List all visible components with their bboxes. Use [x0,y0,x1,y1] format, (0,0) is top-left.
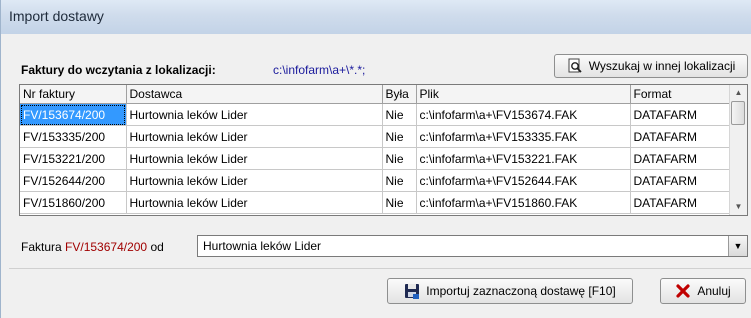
column-header-was-imported[interactable]: Była [382,85,417,104]
table-vertical-scrollbar[interactable]: ▲ ▼ [729,85,747,215]
file-cell[interactable]: c:\infofarm\a+\FV153221.FAK [416,147,631,170]
supplier-cell[interactable]: Hurtownia leków Lider [126,103,383,126]
format-cell[interactable]: DATAFARM [630,103,731,126]
file-cell[interactable]: c:\infofarm\a+\FV153674.FAK [416,103,631,126]
search-other-location-label: Wyszukaj w innej lokalizacji [588,59,736,73]
format-cell[interactable]: DATAFARM [630,125,731,148]
was-imported-cell[interactable]: Nie [382,103,417,126]
table-header-row: Nr faktury Dostawca Była Plik Format [20,85,731,104]
scroll-up-arrow-icon[interactable]: ▲ [730,85,747,101]
supplier-select-value: Hurtownia leków Lider [203,239,322,253]
supplier-cell[interactable]: Hurtownia leków Lider [126,147,383,170]
cancel-button[interactable]: Anuluj [660,278,746,304]
column-header-supplier[interactable]: Dostawca [126,85,383,104]
from-label: od [150,240,164,254]
invoice-grid: Nr faktury Dostawca Była Plik Format FV/… [20,85,731,214]
column-header-file[interactable]: Plik [416,85,631,104]
selected-invoice-line: Faktura FV/153674/200 od [21,240,164,254]
was-imported-cell[interactable]: Nie [382,147,417,170]
table-row[interactable]: FV/151860/200 Hurtownia leków Lider Nie … [20,191,731,214]
scrollbar-thumb[interactable] [731,101,745,125]
window-title: Import dostawy [9,8,104,24]
invoice-table: Nr faktury Dostawca Była Plik Format FV/… [19,84,748,216]
search-other-location-button[interactable]: Wyszukaj w innej lokalizacji [554,54,748,78]
divider [9,268,751,269]
supplier-select[interactable]: Hurtownia leków Lider ▼ [197,235,748,257]
file-cell[interactable]: c:\infofarm\a+\FV152644.FAK [416,169,631,192]
table-row[interactable]: FV/152644/200 Hurtownia leków Lider Nie … [20,169,731,192]
invoice-prefix-label: Faktura [21,240,62,254]
table-row[interactable]: FV/153221/200 Hurtownia leków Lider Nie … [20,147,731,170]
close-icon [676,284,690,298]
selected-invoice-number: FV/153674/200 [65,240,148,254]
scroll-down-arrow-icon[interactable]: ▼ [730,199,747,215]
invoice-number-cell[interactable]: FV/153335/200 [20,125,127,148]
invoice-number-cell[interactable]: FV/151860/200 [20,191,127,214]
invoice-number-cell[interactable]: FV/153674/200 [20,103,127,126]
location-label: Faktury do wczytania z lokalizacji: [21,63,216,77]
format-cell[interactable]: DATAFARM [630,169,731,192]
format-cell[interactable]: DATAFARM [630,147,731,170]
floppy-import-icon [405,284,420,299]
was-imported-cell[interactable]: Nie [382,125,417,148]
was-imported-cell[interactable]: Nie [382,191,417,214]
table-row[interactable]: FV/153674/200 Hurtownia leków Lider Nie … [20,103,731,126]
supplier-cell[interactable]: Hurtownia leków Lider [126,169,383,192]
location-path: c:\infofarm\a+\*.*; [273,63,366,77]
import-dialog: Import dostawy Faktury do wczytania z lo… [0,0,751,318]
column-header-invoice-number[interactable]: Nr faktury [20,85,127,104]
invoice-number-cell[interactable]: FV/153221/200 [20,147,127,170]
file-cell[interactable]: c:\infofarm\a+\FV151860.FAK [416,191,631,214]
supplier-cell[interactable]: Hurtownia leków Lider [126,191,383,214]
import-delivery-label: Importuj zaznaczoną dostawę [F10] [426,284,616,298]
column-header-format[interactable]: Format [630,85,731,104]
format-cell[interactable]: DATAFARM [630,191,731,214]
was-imported-cell[interactable]: Nie [382,169,417,192]
supplier-cell[interactable]: Hurtownia leków Lider [126,125,383,148]
cancel-label: Anuluj [697,284,731,298]
file-cell[interactable]: c:\infofarm\a+\FV153335.FAK [416,125,631,148]
invoice-number-cell[interactable]: FV/152644/200 [20,169,127,192]
import-delivery-button[interactable]: Importuj zaznaczoną dostawę [F10] [387,278,633,304]
chevron-down-icon[interactable]: ▼ [728,236,747,256]
title-bar[interactable]: Import dostawy [1,0,751,34]
magnifier-document-icon [568,58,582,73]
table-row[interactable]: FV/153335/200 Hurtownia leków Lider Nie … [20,125,731,148]
